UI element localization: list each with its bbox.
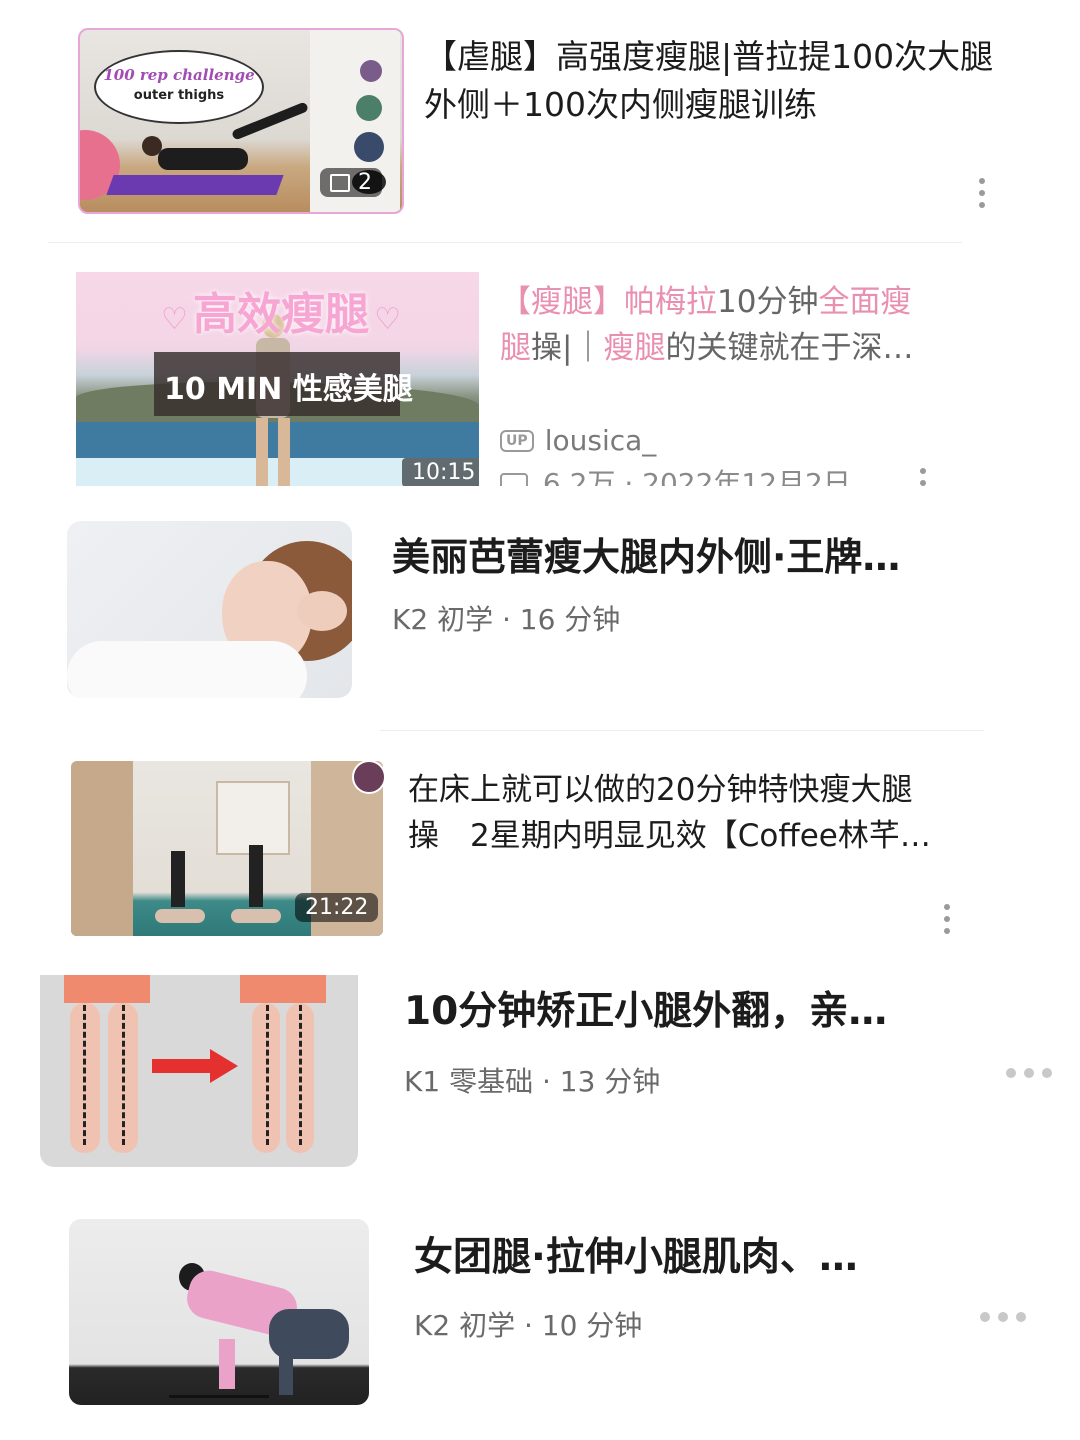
video-thumbnail-5[interactable] (40, 975, 358, 1167)
thumbnail-overlay-top: ♡ 高效瘦腿 ♡ (161, 289, 401, 340)
up-badge: UP (500, 429, 534, 452)
arrow-right-icon (152, 1059, 212, 1073)
more-vertical-icon[interactable] (920, 468, 928, 486)
more-vertical-icon[interactable] (944, 904, 952, 940)
more-vertical-icon[interactable] (979, 178, 987, 214)
video-title-6[interactable]: 女团腿·拉伸小腿肌肉、… (414, 1226, 858, 1282)
playlist-badge: 2 (320, 168, 382, 197)
playlist-count: 2 (358, 170, 372, 195)
video-title-1-line1[interactable]: 【虐腿】高强度瘦腿|普拉提100次大腿 (424, 30, 993, 78)
duration-badge: 10:15 (402, 458, 479, 486)
views-date-row: 6.2万 · 2022年12月2日 (500, 462, 851, 486)
video-thumbnail-2[interactable]: ♡ 高效瘦腿 ♡ 10 MIN 性感美腿 10:15 (76, 272, 479, 486)
playlist-icon (330, 174, 350, 192)
video-title-4-line1[interactable]: 在床上就可以做的20分钟特快瘦大腿 (408, 764, 912, 809)
video-thumbnail-6[interactable] (69, 1219, 369, 1405)
video-title-3[interactable]: 美丽芭蕾瘦大腿内外侧·王牌… (392, 526, 900, 581)
duration-badge: 21:22 (295, 893, 379, 922)
video-thumbnail-1[interactable]: 100 rep challenge outer thighs 2 (78, 28, 404, 214)
thumbnail-caption-bubble: 100 rep challenge outer thighs (94, 50, 264, 124)
heart-icon: ♡ (374, 302, 401, 337)
more-horizontal-icon[interactable] (1006, 1063, 1060, 1082)
video-meta-5: K1 零基础 · 13 分钟 (404, 1065, 661, 1098)
video-title-1-line2[interactable]: 外侧＋100次内侧瘦腿训练 (424, 78, 817, 126)
video-thumbnail-3[interactable] (67, 521, 352, 698)
video-meta-6: K2 初学 · 10 分钟 (414, 1309, 643, 1342)
divider-1 (48, 242, 962, 243)
video-thumbnail-4[interactable]: 21:22 (71, 761, 383, 936)
video-title-5[interactable]: 10分钟矫正小腿外翻，亲… (404, 980, 887, 1036)
play-count-icon (500, 473, 528, 486)
divider-2 (380, 730, 984, 731)
more-horizontal-icon[interactable] (980, 1307, 1034, 1326)
video-title-4-line2[interactable]: 操 2星期内明显见效【Coffee林芊… (408, 810, 931, 855)
channel-avatar[interactable] (352, 760, 386, 794)
uploader-row[interactable]: UP lousica_ (500, 424, 656, 457)
video-meta-3: K2 初学 · 16 分钟 (392, 603, 621, 636)
heart-icon: ♡ (161, 302, 188, 337)
thumbnail-caption-line1: 100 rep challenge (103, 66, 255, 84)
video-title-2-line1[interactable]: 【瘦腿】帕梅拉10分钟全面瘦 (500, 276, 911, 321)
thumbnail-caption-line2: outer thighs (133, 88, 225, 103)
uploader-name[interactable]: lousica_ (545, 424, 657, 457)
video-title-2-line2[interactable]: 腿操|｜瘦腿的关键就在于深… (500, 322, 913, 367)
